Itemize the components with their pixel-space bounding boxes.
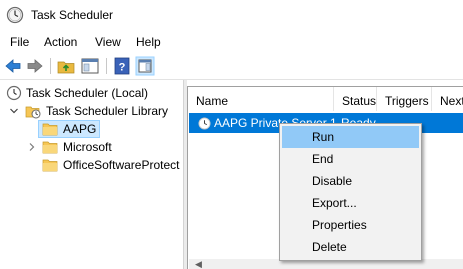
task-clock-icon xyxy=(198,117,211,130)
forward-arrow-icon[interactable] xyxy=(24,55,46,77)
column-header-triggers[interactable]: Triggers xyxy=(377,87,432,111)
tree-root[interactable]: Task Scheduler (Local) xyxy=(0,84,183,102)
help-icon[interactable]: ? xyxy=(111,55,133,77)
tree-item-label: AAPG xyxy=(63,122,97,136)
clock-icon xyxy=(6,85,22,101)
context-menu-export[interactable]: Export... xyxy=(282,192,419,214)
show-hide-tree-icon[interactable] xyxy=(79,55,101,77)
svg-text:?: ? xyxy=(119,62,126,74)
toolbar-separator xyxy=(106,58,107,74)
chevron-down-icon[interactable] xyxy=(8,103,20,119)
context-menu-run[interactable]: Run xyxy=(282,126,419,148)
title-bar: Task Scheduler xyxy=(0,0,463,31)
tree-item-label: OfficeSoftwareProtect xyxy=(63,158,180,172)
toolbar: ? xyxy=(0,52,463,80)
column-header-status[interactable]: Status xyxy=(334,87,377,111)
tree-root-label: Task Scheduler (Local) xyxy=(26,86,149,100)
tree-pane: Task Scheduler (Local) Task Scheduler Li… xyxy=(0,80,183,269)
tree-item-officesoftwareprotect[interactable]: OfficeSoftwareProtect xyxy=(0,156,183,174)
tree-item-microsoft[interactable]: Microsoft xyxy=(0,138,183,156)
menu-view[interactable]: View xyxy=(95,35,121,49)
show-hide-action-pane-icon[interactable] xyxy=(134,55,156,77)
tree-library-label: Task Scheduler Library xyxy=(46,104,169,118)
scroll-left-icon[interactable]: ◀ xyxy=(195,259,202,269)
menu-bar: File Action View Help xyxy=(0,31,463,52)
menu-action[interactable]: Action xyxy=(44,35,77,49)
column-header-next[interactable]: Next xyxy=(432,87,463,111)
tree-item-aapg[interactable]: AAPG xyxy=(0,120,183,138)
tree-item-label: Microsoft xyxy=(63,140,112,154)
context-menu-properties[interactable]: Properties xyxy=(282,214,419,236)
menu-help[interactable]: Help xyxy=(136,35,161,49)
context-menu-delete[interactable]: Delete xyxy=(282,236,419,258)
up-folder-icon[interactable] xyxy=(55,55,77,77)
folder-icon xyxy=(42,159,58,172)
window-title: Task Scheduler xyxy=(31,8,114,22)
toolbar-separator xyxy=(50,58,51,74)
folder-icon xyxy=(42,123,58,136)
context-menu-disable[interactable]: Disable xyxy=(282,170,419,192)
folder-icon xyxy=(42,141,58,154)
tree-library[interactable]: Task Scheduler Library xyxy=(0,102,183,120)
context-menu-end[interactable]: End xyxy=(282,148,419,170)
context-menu: Run End Disable Export... Properties Del… xyxy=(279,123,422,261)
menu-file[interactable]: File xyxy=(10,35,29,49)
column-header-name[interactable]: Name xyxy=(188,87,334,111)
task-library-icon xyxy=(25,106,41,119)
chevron-right-icon[interactable] xyxy=(26,139,38,155)
clock-icon xyxy=(6,6,24,24)
back-arrow-icon[interactable] xyxy=(2,55,24,77)
